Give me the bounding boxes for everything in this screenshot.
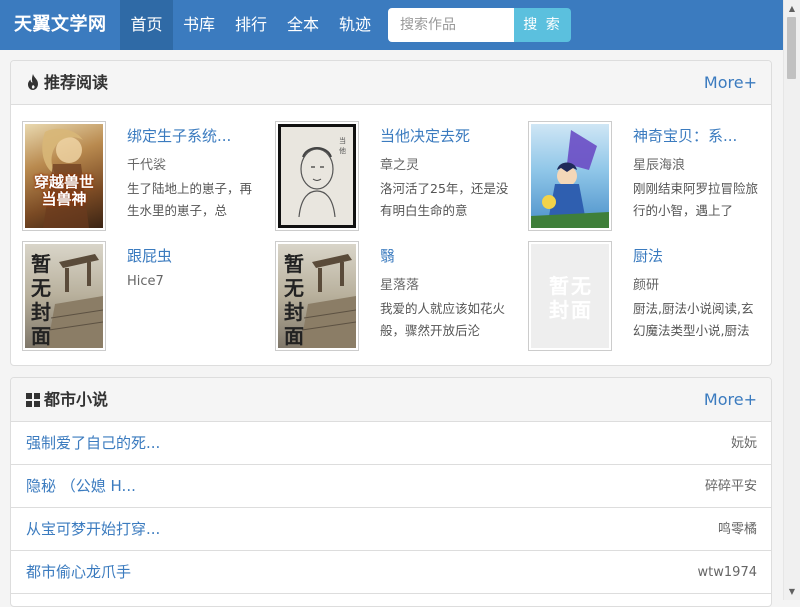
list-item[interactable]: 强制爱了自己的死... 妧妧	[11, 422, 771, 465]
scroll-thumb[interactable]	[787, 17, 796, 79]
urban-panel-title: 都市小说	[26, 378, 108, 423]
book-card[interactable]: 暂无封面 厨法 颜研 厨法,厨法小说阅读,玄幻魔法类型小说,厨法	[528, 241, 771, 353]
book-cover[interactable]: 暂无封面	[275, 241, 359, 351]
list-item[interactable]: 都市偷心龙爪手 wtw1974	[11, 551, 771, 594]
list-item-title[interactable]: 隐秘 （公媳 H...	[26, 465, 136, 508]
recommend-panel: 推荐阅读 More+ 穿越兽世当兽神 绑定生子系统... 千代裟 生了陆地上的崽…	[10, 60, 772, 366]
book-card[interactable]: 暂无封面 跟屁虫 Hice7	[22, 241, 272, 353]
nav-library[interactable]: 书库	[173, 0, 225, 50]
book-desc: 厨法,厨法小说阅读,玄幻魔法类型小说,厨法	[633, 301, 754, 338]
cover-art-text: 穿越兽世当兽神	[33, 173, 94, 208]
book-card[interactable]: 当 他 当他决定去死 章之灵 洛河活了25年，还是没有明白生命的意	[275, 121, 525, 233]
fire-icon	[26, 63, 40, 106]
urban-novels-panel: 都市小说 More+ 强制爱了自己的死... 妧妧 隐秘 （公媳 H... 碎碎…	[10, 377, 772, 607]
book-desc: 洛河活了25年，还是没有明白生命的意	[380, 181, 509, 218]
list-item[interactable]: 从宝可梦开始打穿... 鸣零橘	[11, 508, 771, 551]
nav-history[interactable]: 轨迹	[329, 0, 381, 50]
book-cover[interactable]	[528, 121, 612, 231]
list-item-author: 鸣零橘	[717, 522, 757, 537]
search-input[interactable]: 搜索作品	[388, 8, 514, 42]
search-button[interactable]: 搜 索	[514, 8, 571, 42]
book-title[interactable]: 翳	[380, 245, 520, 266]
book-author: 星辰海浪	[633, 158, 686, 173]
list-item-title[interactable]: 从宝可梦开始打穿...	[26, 508, 160, 551]
list-item-title[interactable]: 都市偷心龙爪手	[26, 551, 131, 594]
scroll-up-icon[interactable]: ▲	[784, 0, 800, 17]
cover-placeholder-text: 暂无封面	[31, 252, 51, 348]
svg-text:他: 他	[339, 146, 346, 155]
book-desc: 我爱的人就应该如花火般，骤然开放后沦	[380, 301, 506, 338]
book-author: Hice7	[127, 274, 164, 289]
book-desc	[127, 298, 259, 342]
list-item[interactable]: 隐秘 （公媳 H... 碎碎平安	[11, 465, 771, 508]
list-item-author: 碎碎平安	[704, 479, 757, 494]
urban-more-link[interactable]: More+	[704, 378, 757, 421]
urban-title-text: 都市小说	[44, 390, 109, 409]
list-item-author: wtw1974	[697, 565, 757, 580]
recommend-title-text: 推荐阅读	[44, 73, 109, 92]
book-desc: 刚刚结束阿罗拉冒险旅行的小智，遇上了	[633, 181, 759, 218]
page-scrollbar[interactable]: ▲ ▼	[783, 0, 800, 600]
recommend-panel-title: 推荐阅读	[26, 61, 108, 106]
book-cover[interactable]: 暂无封面	[528, 241, 612, 351]
book-author: 颜研	[633, 278, 660, 293]
book-cover[interactable]: 暂无封面	[22, 241, 106, 351]
top-navbar: 天翼文学网 首页 书库 排行 全本 轨迹 搜索作品 搜 索	[0, 0, 783, 50]
svg-text:当: 当	[339, 136, 346, 145]
nav-completed[interactable]: 全本	[277, 0, 329, 50]
scroll-down-icon[interactable]: ▼	[784, 583, 800, 600]
urban-panel-header: 都市小说 More+	[11, 378, 771, 422]
book-cover[interactable]: 当 他	[275, 121, 359, 231]
book-author: 星落落	[380, 278, 420, 293]
list-item-author: 妧妧	[730, 436, 757, 451]
book-cover[interactable]: 穿越兽世当兽神	[22, 121, 106, 231]
nav-ranking[interactable]: 排行	[225, 0, 277, 50]
recommend-panel-header: 推荐阅读 More+	[11, 61, 771, 105]
book-title[interactable]: 跟屁虫	[127, 245, 267, 266]
list-item-title[interactable]: 强制爱了自己的死...	[26, 422, 160, 465]
book-title[interactable]: 神奇宝贝：系...	[633, 125, 771, 146]
book-author: 千代裟	[127, 158, 167, 173]
grid-icon	[26, 380, 40, 423]
book-desc: 生了陆地上的崽子，再生水里的崽子，总	[127, 181, 253, 218]
book-author: 章之灵	[380, 158, 420, 173]
site-logo[interactable]: 天翼文学网	[14, 0, 107, 50]
book-card[interactable]: 穿越兽世当兽神 绑定生子系统... 千代裟 生了陆地上的崽子，再生水里的崽子，总	[22, 121, 272, 233]
nav-home[interactable]: 首页	[120, 0, 173, 50]
book-card[interactable]: 暂无封面 翳 星落落 我爱的人就应该如花火般，骤然开放后沦	[275, 241, 525, 353]
book-title[interactable]: 当他决定去死	[380, 125, 520, 146]
recommend-more-link[interactable]: More+	[704, 61, 757, 104]
cover-placeholder-text: 暂无封面	[549, 274, 593, 322]
book-title[interactable]: 厨法	[633, 245, 771, 266]
book-card[interactable]: 神奇宝贝：系... 星辰海浪 刚刚结束阿罗拉冒险旅行的小智，遇上了	[528, 121, 771, 233]
cover-placeholder-text: 暂无封面	[284, 252, 304, 348]
book-title[interactable]: 绑定生子系统...	[127, 125, 267, 146]
